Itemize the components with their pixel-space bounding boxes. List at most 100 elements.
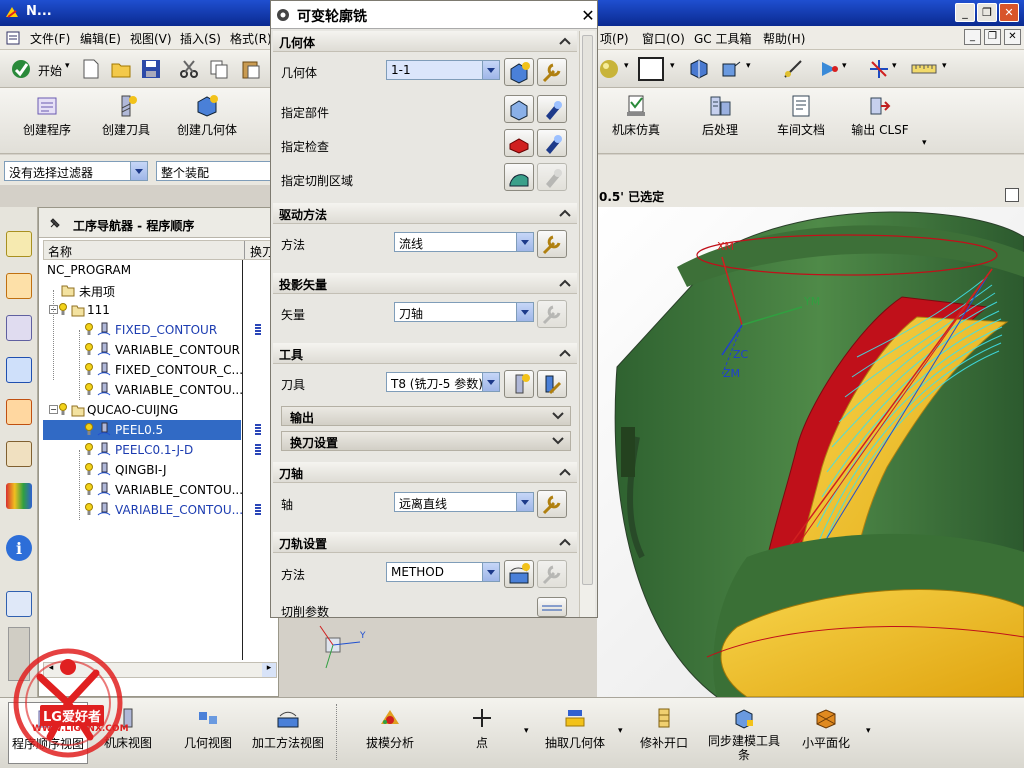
selection-dropdown-arrow-icon[interactable]: ▾ [842, 61, 847, 71]
machining-method-view-button[interactable]: 加工方法视图 [248, 706, 328, 751]
copy-icon[interactable] [208, 58, 230, 80]
tree-row[interactable]: VARIABLE_CONTOU... [43, 480, 243, 500]
edit-geometry-button[interactable] [537, 58, 567, 86]
tool-axis-section-header[interactable]: 刀轴 [273, 462, 577, 483]
display-mode-icon[interactable] [720, 58, 742, 80]
geometry-section-header[interactable]: 几何体 [273, 31, 577, 52]
background-color-icon[interactable] [638, 57, 664, 81]
restore-button[interactable]: ❐ [977, 3, 997, 22]
path-settings-section-header[interactable]: 刀轨设置 [273, 532, 577, 553]
scroll-right-icon[interactable]: ▸ [262, 663, 276, 677]
shaded-sphere-icon[interactable] [598, 58, 620, 80]
history-icon[interactable] [6, 591, 32, 617]
extract-dropdown-arrow-icon[interactable]: ▾ [618, 726, 623, 736]
new-file-icon[interactable] [80, 58, 102, 80]
post-process-button[interactable]: 后处理 [690, 94, 750, 138]
orient-view-icon[interactable] [688, 58, 710, 80]
menu-gc-toolbox[interactable]: GC 工具箱 [694, 30, 752, 47]
tree-row[interactable]: − QUCAO-CUIJNG [43, 400, 241, 420]
display-part-button[interactable] [537, 95, 567, 123]
path-method-dropdown[interactable]: METHOD [386, 562, 500, 582]
paste-icon[interactable] [240, 58, 262, 80]
menu-insert[interactable]: 插入(S) [180, 30, 221, 47]
selection-icon[interactable] [818, 58, 840, 80]
select-cut-area-button[interactable] [504, 163, 534, 191]
menu-format[interactable]: 格式(R) [230, 30, 272, 47]
tree-row[interactable]: FIXED_CONTOUR [43, 320, 261, 340]
tree-row[interactable]: PEELC0.1-J-D [43, 440, 261, 460]
background-dropdown-arrow-icon[interactable]: ▾ [670, 61, 675, 71]
menu-help[interactable]: 帮助(H) [763, 30, 805, 47]
menu-file[interactable]: 文件(F) [30, 30, 70, 47]
bottom-toolbar-overflow-icon[interactable]: ▾ [866, 726, 871, 736]
column-divider[interactable] [244, 241, 245, 259]
tree-row[interactable]: VARIABLE_CONTOU... [43, 500, 261, 520]
point-button[interactable]: 点 [462, 706, 502, 751]
machine-navigator-icon[interactable] [6, 399, 32, 425]
tree-row[interactable]: VARIABLE_CONTOUR [43, 340, 241, 360]
start-dropdown-arrow-icon[interactable]: ▾ [65, 61, 70, 71]
palette-icon[interactable] [6, 483, 32, 509]
output-subsection[interactable]: 输出 [281, 406, 571, 426]
display-check-button[interactable] [537, 129, 567, 157]
collapse-node-icon[interactable]: − [49, 405, 58, 414]
create-tool-button[interactable]: 创建刀具 [94, 94, 158, 138]
start-menu-button[interactable]: 开始 [38, 62, 62, 79]
output-clsf-button[interactable]: 输出 CLSF [844, 94, 916, 138]
start-icon[interactable] [10, 58, 32, 80]
menu-tools[interactable]: 项(P) [600, 30, 629, 47]
tree-row[interactable]: 未用项 [43, 280, 241, 300]
collapse-tool-icon[interactable] [559, 347, 571, 359]
close-window-button[interactable]: ✕ [999, 3, 1019, 22]
shop-doc-button[interactable]: 车间文档 [770, 94, 832, 138]
patch-opening-button[interactable]: 修补开口 [636, 706, 692, 751]
create-program-button[interactable]: 创建程序 [12, 94, 82, 138]
tree-row[interactable]: NC_PROGRAM [43, 260, 241, 280]
menu-view[interactable]: 视图(V) [130, 30, 172, 47]
collapse-drive-icon[interactable] [559, 207, 571, 219]
reuse-library-icon[interactable] [6, 441, 32, 467]
create-geometry-button[interactable]: 创建几何体 [170, 94, 244, 138]
selection-filter-dropdown[interactable]: 没有选择过滤器 [4, 161, 148, 181]
select-check-button[interactable] [504, 129, 534, 157]
cut-icon[interactable] [178, 58, 200, 80]
part-navigator-icon[interactable] [6, 315, 32, 341]
tool-change-subsection[interactable]: 换刀设置 [281, 431, 571, 451]
constraint-navigator-icon[interactable] [6, 273, 32, 299]
wcs-icon[interactable] [868, 58, 890, 80]
vector-dropdown[interactable]: 刀轴 [394, 302, 534, 322]
render-dropdown-arrow-icon[interactable]: ▾ [624, 61, 629, 71]
menu-window[interactable]: 窗口(O) [642, 30, 685, 47]
tree-row[interactable]: FIXED_CONTOUR_C... [43, 360, 243, 380]
doc-restore-button[interactable]: ❐ [984, 29, 1001, 45]
expand-tool-change-icon[interactable] [552, 435, 564, 447]
geometry-dropdown[interactable]: 1-1 [386, 60, 500, 80]
doc-minimize-button[interactable]: _ [964, 29, 981, 45]
doc-close-button[interactable]: ✕ [1004, 29, 1021, 45]
tree-row[interactable]: VARIABLE_CONTOU... [43, 380, 243, 400]
open-folder-icon[interactable] [110, 58, 132, 80]
assembly-scope-dropdown[interactable]: 整个装配 [156, 161, 276, 181]
edit-method-button[interactable] [537, 560, 567, 588]
select-part-button[interactable] [504, 95, 534, 123]
axis-dropdown[interactable]: 远离直线 [394, 492, 534, 512]
drive-method-section-header[interactable]: 驱动方法 [273, 203, 577, 224]
collapse-geometry-icon[interactable] [559, 35, 571, 47]
new-method-button[interactable] [504, 560, 534, 588]
display-dropdown-arrow-icon[interactable]: ▾ [746, 61, 751, 71]
collapse-axis-icon[interactable] [559, 466, 571, 478]
operation-navigator-icon[interactable] [6, 357, 32, 383]
dialog-scrollbar[interactable] [579, 31, 595, 617]
measure-icon[interactable] [782, 58, 804, 80]
edit-tool-button[interactable] [537, 370, 567, 398]
display-cut-area-button[interactable] [537, 163, 567, 191]
collapse-path-icon[interactable] [559, 536, 571, 548]
new-geometry-button[interactable] [504, 58, 534, 86]
wcs-dropdown-arrow-icon[interactable]: ▾ [892, 61, 897, 71]
info-icon[interactable]: i [6, 535, 32, 561]
pin-icon[interactable] [47, 215, 63, 231]
assembly-navigator-icon[interactable] [6, 231, 32, 257]
draft-analysis-button[interactable]: 拔模分析 [356, 706, 424, 751]
faceting-button[interactable]: 小平面化 [796, 706, 856, 751]
minimize-button[interactable]: _ [955, 3, 975, 22]
